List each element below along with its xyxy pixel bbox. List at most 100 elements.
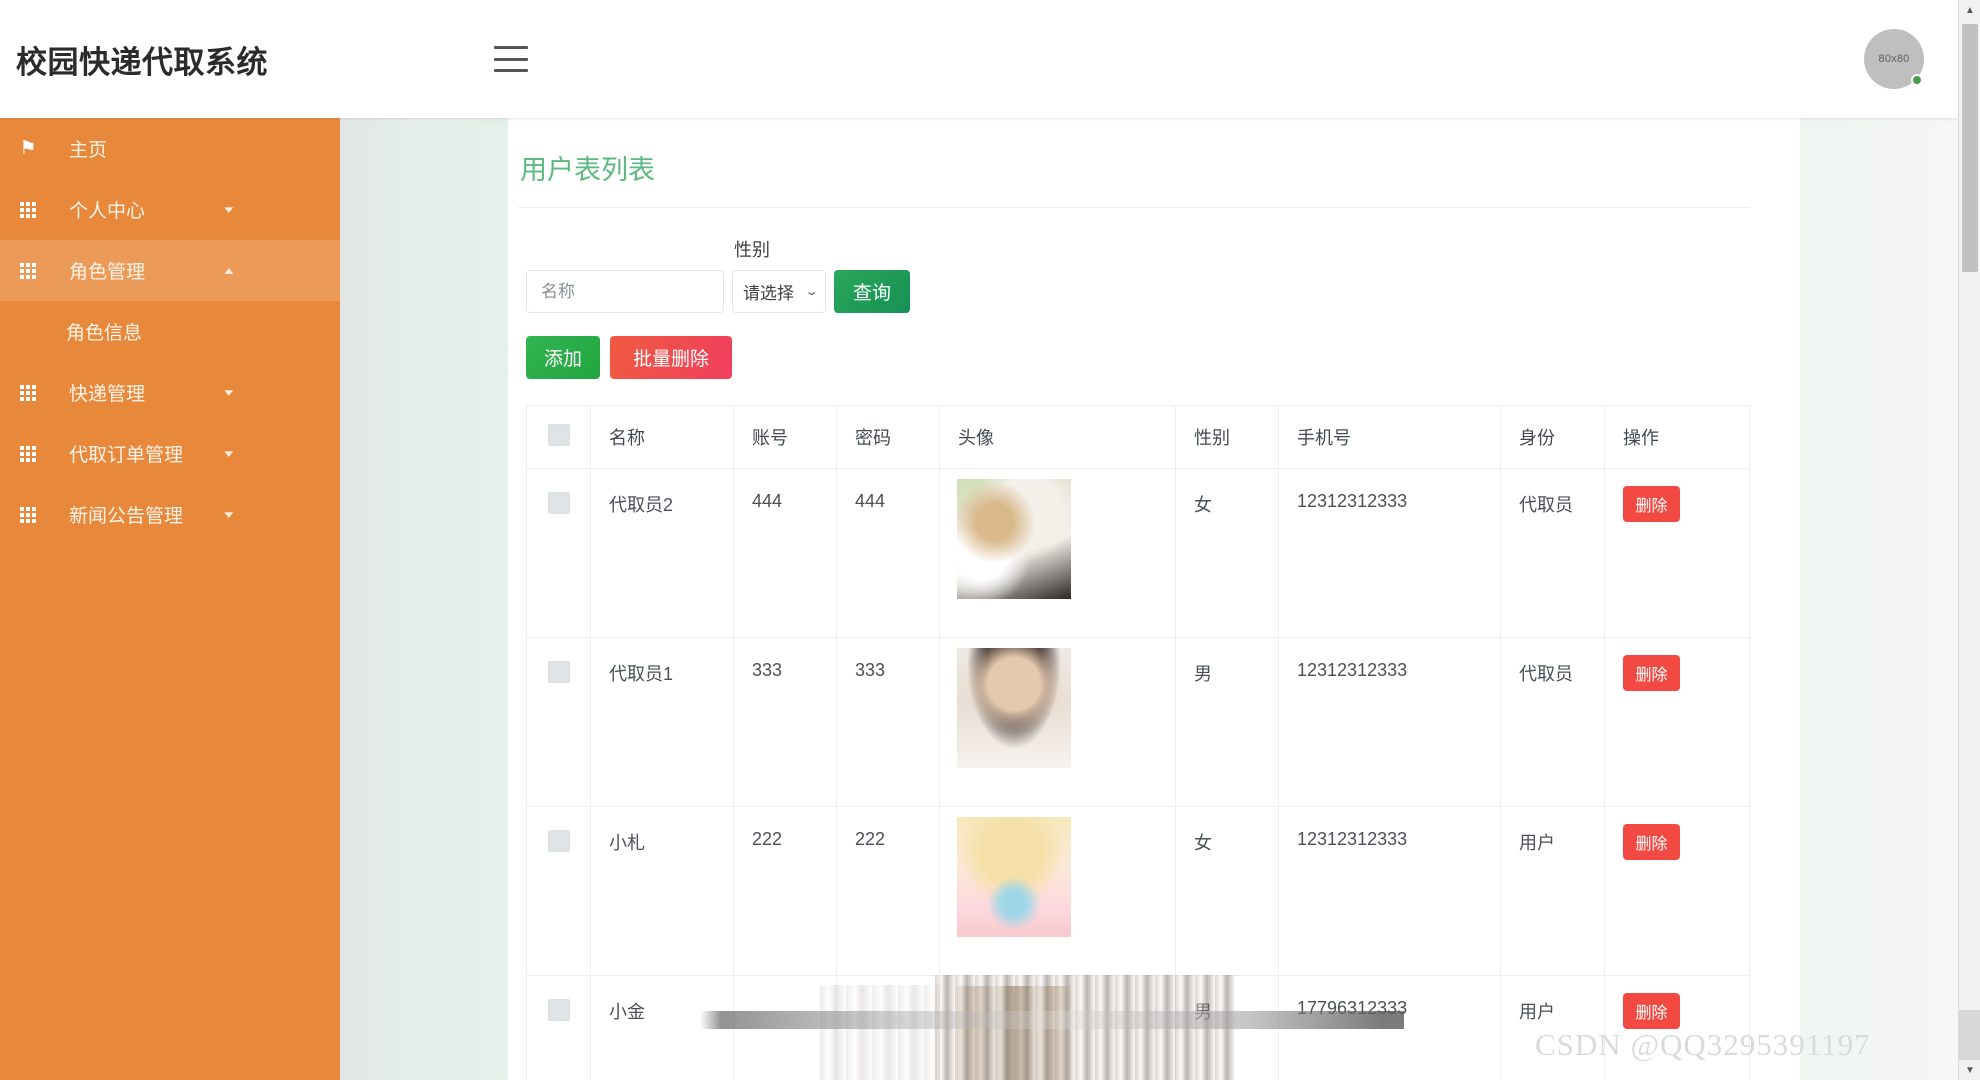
row-checkbox[interactable] bbox=[547, 492, 570, 514]
cell-avatar bbox=[939, 468, 1176, 638]
grid-icon bbox=[15, 384, 41, 401]
cell-name: 代取员2 bbox=[590, 468, 734, 638]
cell-name: 代取员1 bbox=[590, 637, 734, 807]
sidebar-item-news-announcement-management[interactable]: 新闻公告管理 ▾ bbox=[0, 484, 340, 545]
row-select-cell bbox=[526, 975, 591, 1080]
filter-bar: 性别 请选择 ⌄ 查询 bbox=[508, 208, 1800, 313]
table-row: 小金 男 17796312333 用户 删除 bbox=[526, 975, 1750, 1080]
cell-gender: 男 bbox=[1175, 637, 1279, 807]
scroll-down-arrow-icon[interactable]: ▼ bbox=[1959, 1060, 1980, 1080]
cell-avatar bbox=[939, 975, 1176, 1080]
row-checkbox[interactable] bbox=[547, 661, 570, 683]
sidebar-subitem-role-info[interactable]: 角色信息 bbox=[0, 301, 340, 362]
grid-icon bbox=[15, 262, 41, 279]
cell-password bbox=[836, 975, 940, 1080]
status-dot-icon bbox=[1911, 74, 1923, 86]
gender-label: 性别 bbox=[734, 240, 770, 260]
delete-button[interactable]: 删除 bbox=[1623, 486, 1680, 522]
column-header-account[interactable]: 账号 bbox=[733, 405, 837, 469]
delete-button[interactable]: 删除 bbox=[1623, 993, 1680, 1029]
scroll-up-arrow-icon[interactable]: ▲ bbox=[1959, 0, 1980, 20]
cell-identity: 代取员 bbox=[1500, 468, 1605, 638]
page-scrollbar[interactable]: ▲ ▼ bbox=[1958, 0, 1980, 1080]
column-header-phone[interactable]: 手机号 bbox=[1278, 405, 1501, 469]
cell-name: 小金 bbox=[590, 975, 734, 1080]
flag-icon: ⚑ bbox=[19, 138, 37, 159]
sidebar: ⚑ 主页 个人中心 ▾ 角色管理 ▴ 角色信息 快递管理 ▾ 代取订单管理 ▾ … bbox=[0, 118, 340, 1080]
select-all-checkbox[interactable] bbox=[547, 423, 570, 446]
delete-button[interactable]: 删除 bbox=[1623, 824, 1680, 860]
cell-phone: 12312312333 bbox=[1278, 637, 1501, 807]
sidebar-subitem-label: 角色信息 bbox=[66, 323, 143, 344]
delete-button[interactable]: 删除 bbox=[1623, 655, 1680, 691]
row-checkbox[interactable] bbox=[547, 830, 570, 852]
cell-operations: 删除 bbox=[1604, 637, 1750, 807]
scrollbar-track-bottom[interactable] bbox=[1959, 1010, 1980, 1060]
select-all-header bbox=[526, 405, 591, 469]
cell-password: 333 bbox=[836, 637, 940, 807]
chevron-down-icon: ▾ bbox=[224, 204, 234, 216]
column-header-identity[interactable]: 身份 bbox=[1500, 405, 1605, 469]
query-button[interactable]: 查询 bbox=[834, 270, 910, 313]
cell-gender: 男 bbox=[1175, 975, 1279, 1080]
cell-avatar bbox=[939, 637, 1176, 807]
sidebar-item-express-management[interactable]: 快递管理 ▾ bbox=[0, 362, 340, 423]
content-panel: 用户表列表 性别 请选择 ⌄ 查询 添加 批量删除 bbox=[508, 118, 1800, 1080]
chevron-down-icon: ▾ bbox=[224, 448, 234, 460]
column-header-name[interactable]: 名称 bbox=[590, 405, 734, 469]
users-table: 名称 账号 密码 头像 性别 手机号 身份 操作 代取员2 444 444 女 … bbox=[526, 405, 1750, 1080]
cell-operations: 删除 bbox=[1604, 468, 1750, 638]
cell-account bbox=[733, 975, 837, 1080]
table-header-row: 名称 账号 密码 头像 性别 手机号 身份 操作 bbox=[526, 405, 1750, 469]
column-header-gender[interactable]: 性别 bbox=[1175, 405, 1279, 469]
cell-password: 444 bbox=[836, 468, 940, 638]
table-head: 名称 账号 密码 头像 性别 手机号 身份 操作 bbox=[526, 405, 1750, 469]
cell-identity: 用户 bbox=[1500, 806, 1605, 976]
search-input[interactable] bbox=[526, 270, 724, 313]
cell-phone: 17796312333 bbox=[1278, 975, 1501, 1080]
chevron-up-icon: ▴ bbox=[224, 265, 234, 277]
batch-delete-button[interactable]: 批量删除 bbox=[610, 336, 732, 379]
avatar-thumbnail[interactable] bbox=[957, 648, 1071, 768]
column-header-password[interactable]: 密码 bbox=[836, 405, 940, 469]
chevron-down-icon: ▾ bbox=[224, 387, 234, 399]
grid-icon bbox=[15, 506, 41, 523]
column-header-operations[interactable]: 操作 bbox=[1604, 405, 1750, 469]
avatar-thumbnail[interactable] bbox=[957, 986, 1071, 1080]
add-button[interactable]: 添加 bbox=[526, 336, 600, 379]
sidebar-item-label: 快递管理 bbox=[69, 384, 146, 405]
table-row: 代取员1 333 333 男 12312312333 代取员 删除 bbox=[526, 637, 1750, 807]
cell-name: 小札 bbox=[590, 806, 734, 976]
cell-identity: 用户 bbox=[1500, 975, 1605, 1080]
cell-account: 444 bbox=[733, 468, 837, 638]
user-avatar-wrap[interactable]: 80x80 bbox=[1864, 29, 1924, 89]
cell-phone: 12312312333 bbox=[1278, 806, 1501, 976]
avatar-thumbnail[interactable] bbox=[957, 479, 1071, 599]
gender-field-group: 性别 请选择 ⌄ bbox=[732, 236, 826, 313]
users-table-wrap: 名称 账号 密码 头像 性别 手机号 身份 操作 代取员2 444 444 女 … bbox=[526, 405, 1750, 1080]
sidebar-item-label: 角色管理 bbox=[69, 262, 146, 283]
sidebar-item-role-management[interactable]: 角色管理 ▴ bbox=[0, 240, 340, 301]
cell-account: 333 bbox=[733, 637, 837, 807]
table-row: 小札 222 222 女 12312312333 用户 删除 bbox=[526, 806, 1750, 976]
cell-account: 222 bbox=[733, 806, 837, 976]
gender-select-value: 请选择 bbox=[743, 284, 794, 303]
row-checkbox[interactable] bbox=[547, 999, 570, 1021]
gender-select[interactable]: 请选择 ⌄ bbox=[732, 270, 826, 313]
cell-identity: 代取员 bbox=[1500, 637, 1605, 807]
hamburger-icon[interactable] bbox=[494, 46, 528, 72]
cell-avatar bbox=[939, 806, 1176, 976]
sidebar-item-pickup-order-management[interactable]: 代取订单管理 ▾ bbox=[0, 423, 340, 484]
cell-phone: 12312312333 bbox=[1278, 468, 1501, 638]
cell-gender: 女 bbox=[1175, 468, 1279, 638]
cell-operations: 删除 bbox=[1604, 975, 1750, 1080]
sidebar-item-home[interactable]: ⚑ 主页 bbox=[0, 118, 340, 179]
scrollbar-thumb[interactable] bbox=[1962, 24, 1978, 272]
sidebar-item-personal-center[interactable]: 个人中心 ▾ bbox=[0, 179, 340, 240]
cell-operations: 删除 bbox=[1604, 806, 1750, 976]
column-header-avatar[interactable]: 头像 bbox=[939, 405, 1176, 469]
table-body: 代取员2 444 444 女 12312312333 代取员 删除 代取员1 3… bbox=[526, 468, 1750, 1080]
table-row: 代取员2 444 444 女 12312312333 代取员 删除 bbox=[526, 468, 1750, 638]
chevron-down-icon: ⌄ bbox=[804, 286, 819, 298]
avatar-thumbnail[interactable] bbox=[957, 817, 1071, 937]
